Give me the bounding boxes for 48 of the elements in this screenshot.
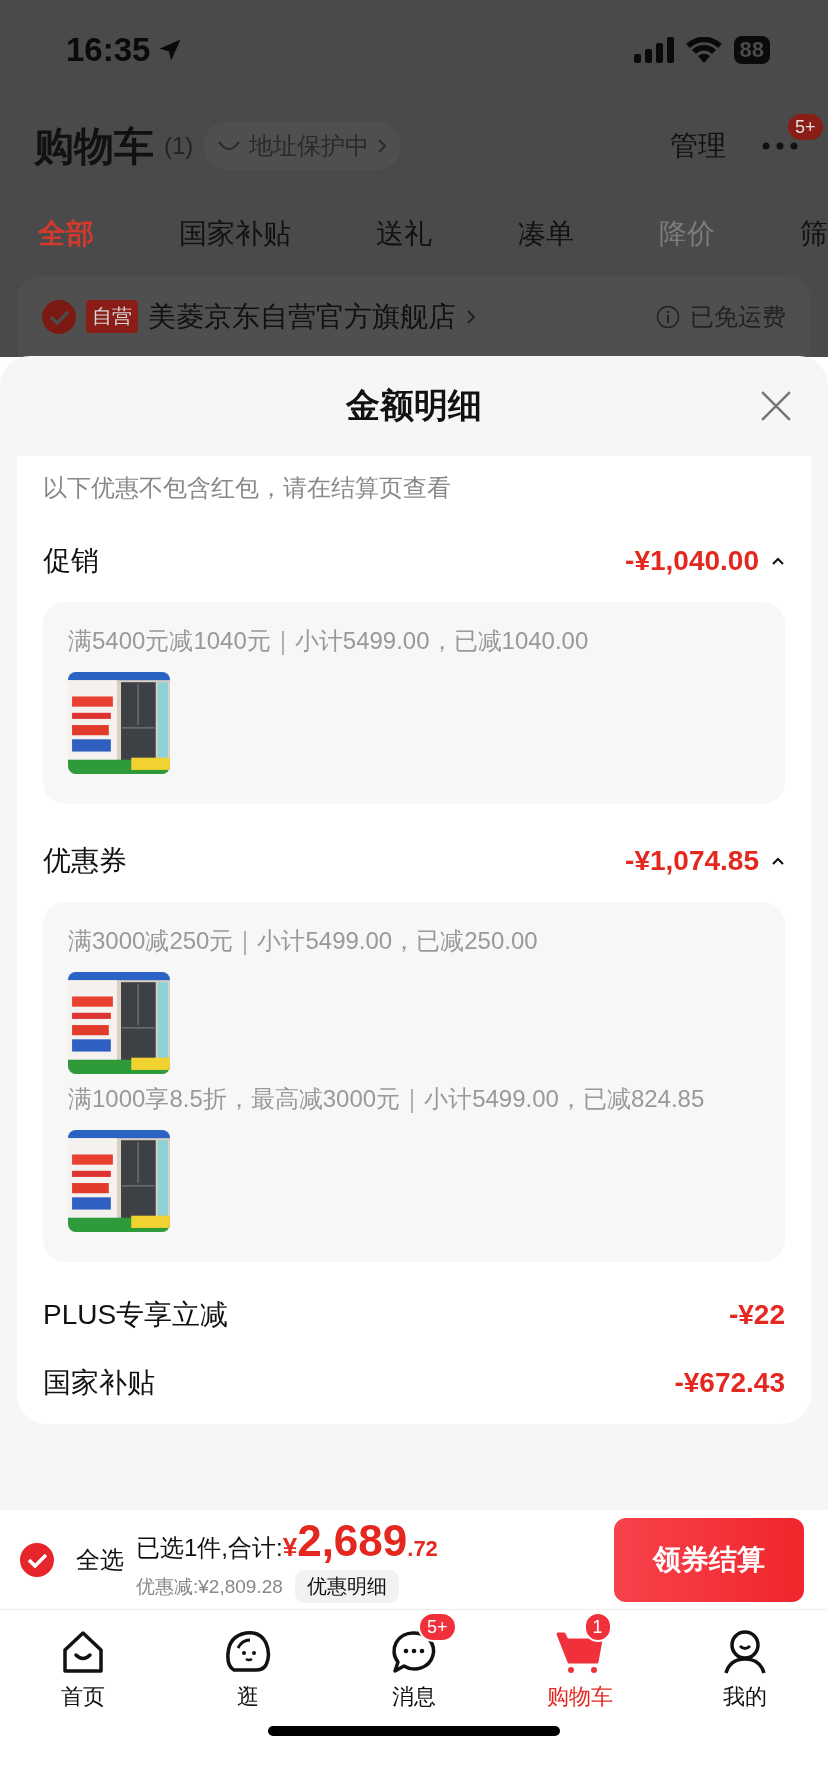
caret-icon[interactable] bbox=[771, 856, 785, 866]
notification-badge: 5+ bbox=[418, 1612, 457, 1642]
filter-tab[interactable]: 送礼 bbox=[376, 215, 433, 253]
wifi-icon bbox=[685, 37, 722, 63]
select-all-label[interactable]: 全选 bbox=[76, 1543, 124, 1576]
note-text: 以下优惠不包含红包，请在结算页查看 bbox=[43, 473, 452, 503]
discount-amount: -¥672.43 bbox=[674, 1367, 785, 1399]
total-label: 已选1件,合计: bbox=[136, 1533, 283, 1563]
tab-bar-item[interactable]: 我的 bbox=[662, 1610, 828, 1724]
rule-text: 满5400元减1040元｜小计5499.00，已减1040.00 bbox=[68, 626, 590, 656]
rule-text: 满3000减250元｜小计5499.00，已减250.00 bbox=[68, 926, 539, 956]
sheet-title: 金额明细 bbox=[346, 385, 482, 426]
filter-tab[interactable]: 凑单 bbox=[517, 215, 574, 253]
manage-button[interactable]: 管理 bbox=[670, 127, 726, 165]
filter-tab[interactable]: 国家补贴 bbox=[179, 215, 292, 253]
discount-total: 优惠减:¥2,809.28 bbox=[136, 1574, 283, 1599]
discount-label: PLUS专享立减 bbox=[43, 1298, 229, 1332]
filter-tab[interactable]: 全部 bbox=[38, 215, 94, 253]
caret-icon[interactable] bbox=[771, 556, 785, 566]
checkbox-icon[interactable] bbox=[42, 299, 76, 334]
checkout-button[interactable]: 领券结算 bbox=[614, 1517, 804, 1602]
rule-text: 满1000享8.5折，最高减3000元｜小计5499.00，已减824.85 bbox=[68, 1084, 706, 1114]
chevron-right-icon bbox=[466, 308, 476, 325]
tab-bar-item[interactable]: 逛 bbox=[165, 1610, 332, 1724]
tab-bar-item[interactable]: 5+ 消息 bbox=[331, 1610, 497, 1724]
status-time: 16:35 bbox=[66, 31, 151, 69]
notification-badge: 1 bbox=[583, 1612, 612, 1642]
signal-icon bbox=[633, 37, 674, 63]
filter-tab[interactable]: 筛 bbox=[799, 215, 828, 253]
notification-badge: 5+ bbox=[786, 112, 825, 142]
battery-icon: 88 bbox=[733, 36, 770, 64]
tab-bar-item[interactable]: 1 购物车 bbox=[496, 1610, 663, 1724]
chevron-right-icon bbox=[377, 138, 388, 154]
discount-label: 国家补贴 bbox=[43, 1366, 155, 1400]
discount-label: 促销 bbox=[43, 544, 99, 578]
self-operated-badge: 自营 bbox=[86, 300, 138, 333]
tab-bar-item[interactable]: 首页 bbox=[0, 1610, 166, 1724]
store-name[interactable]: 美菱京东自营官方旗舰店 bbox=[148, 297, 456, 336]
discount-details-button[interactable]: 优惠明细 bbox=[294, 1570, 399, 1603]
discount-amount: -¥22 bbox=[728, 1299, 785, 1331]
page-title: 购物车 bbox=[34, 122, 154, 170]
discount-label: 优惠券 bbox=[43, 844, 127, 878]
total-amount: ¥2,689.72 bbox=[282, 1516, 438, 1566]
select-all-checkbox-icon[interactable] bbox=[20, 1542, 54, 1577]
close-icon[interactable] bbox=[760, 390, 792, 422]
discount-amount: -¥1,074.85 bbox=[625, 845, 759, 877]
smile-icon bbox=[217, 140, 242, 152]
discount-amount: -¥1,040.00 bbox=[625, 545, 759, 577]
